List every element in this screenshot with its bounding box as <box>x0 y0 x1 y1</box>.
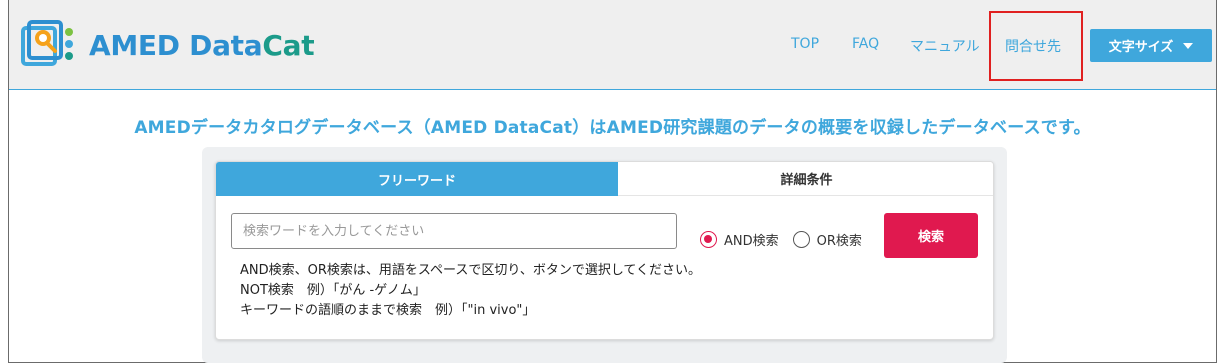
caret-down-icon <box>1183 42 1194 49</box>
font-size-button[interactable]: 文字サイズ <box>1090 29 1212 62</box>
nav-top-link[interactable]: TOP <box>791 36 819 52</box>
font-size-button-label: 文字サイズ <box>1108 40 1174 55</box>
site-logo[interactable]: AMED DataCat <box>19 18 315 72</box>
search-panel: フリーワード 詳細条件 AND検索 OR検索 検索 AND検索、OR検索は、用語… <box>215 161 994 340</box>
search-mode-radio-group: AND検索 OR検索 <box>700 230 862 249</box>
search-help-text: AND検索、OR検索は、用語をスペースで区切り、ボタンで選択してください。 NO… <box>240 261 701 321</box>
radio-and[interactable]: AND検索 <box>700 230 779 249</box>
search-input[interactable] <box>231 213 677 249</box>
radio-and-label: AND検索 <box>724 234 779 249</box>
tab-free-word[interactable]: フリーワード <box>216 162 618 196</box>
logo-mark-icon <box>19 18 81 72</box>
nav-faq-link[interactable]: FAQ <box>852 36 879 52</box>
radio-checked-icon <box>700 231 717 248</box>
help-line: AND検索、OR検索は、用語をスペースで区切り、ボタンで選択してください。 <box>240 263 702 278</box>
logo-text-cat: Cat <box>262 28 315 62</box>
help-line: NOT検索 例）「がん -ゲノム」 <box>240 283 426 298</box>
search-button[interactable]: 検索 <box>884 213 978 258</box>
radio-or-label: OR検索 <box>816 234 862 249</box>
radio-unchecked-icon <box>792 231 810 248</box>
tab-detailed-conditions[interactable]: 詳細条件 <box>618 162 993 196</box>
logo-text: AMED DataCat <box>89 28 315 62</box>
help-line: キーワードの語順のままで検索 例）「"in vivo"」 <box>240 303 536 318</box>
page-tagline: AMEDデータカタログデータベース（AMED DataCat）はAMED研究課題… <box>134 118 1091 138</box>
nav-manual-link[interactable]: マニュアル <box>910 36 980 56</box>
radio-or[interactable]: OR検索 <box>792 230 862 249</box>
logo-text-data: AMED Data <box>89 28 263 62</box>
site-header: AMED DataCat TOP FAQ マニュアル 問合せ先 文字サイズ <box>9 0 1216 90</box>
contact-highlight-box <box>989 11 1083 81</box>
